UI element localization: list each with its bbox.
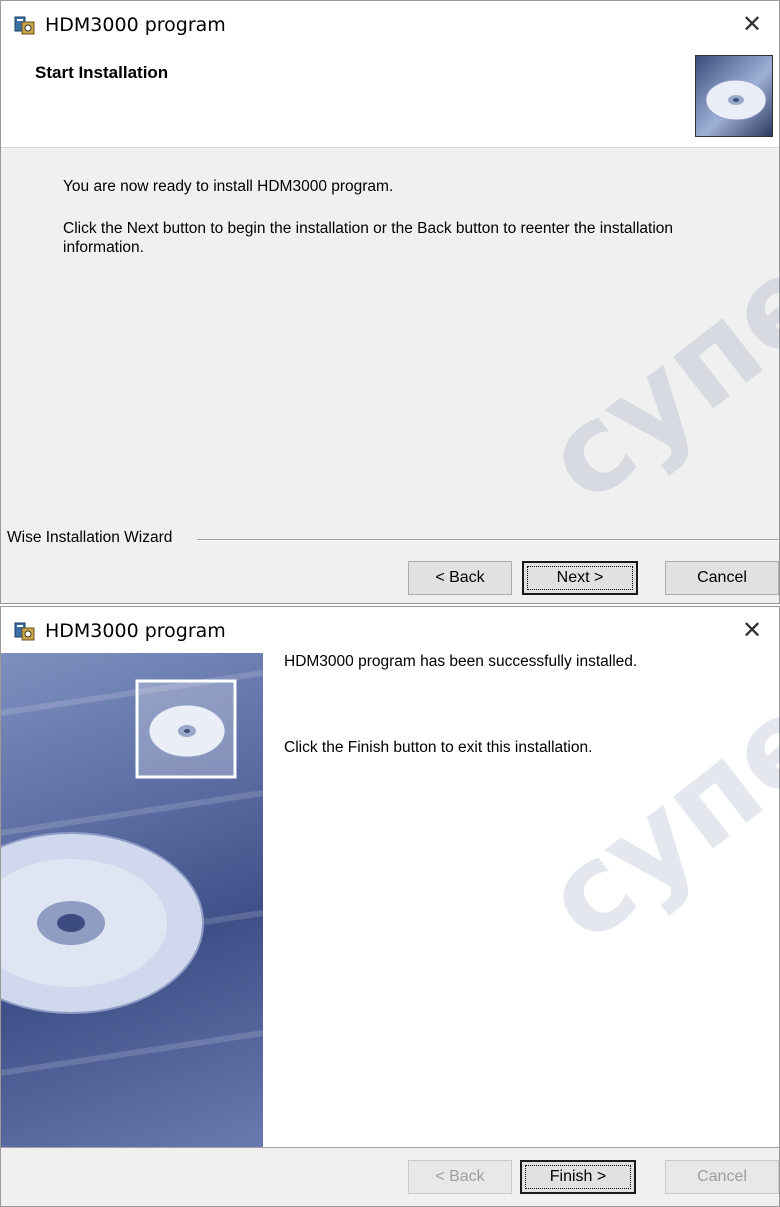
page-title: Start Installation [35,63,169,82]
wizard-label: Wise Installation Wizard [7,529,187,547]
window-title: HDM3000 program [45,620,226,642]
divider [197,539,779,541]
installer-icon [14,622,35,641]
title-bar[interactable]: HDM3000 program ✕ [1,607,779,653]
installation-complete-dialog: HDM3000 program ✕ < Back Finish > Cancel [0,606,780,1207]
installer-icon [14,16,35,35]
cd-disc-icon [1,670,263,1076]
focus-ring [527,566,633,590]
divider [1,1147,779,1148]
sidebar-banner-image [1,653,263,1147]
success-text: HDM3000 program has been successfully in… [284,653,638,670]
back-button[interactable]: < Back [408,1160,512,1194]
title-bar[interactable]: HDM3000 program ✕ [1,1,779,49]
instruction-text: Click the Next button to begin the insta… [63,220,674,256]
header-band: Start Installation [1,49,779,148]
focus-ring [525,1165,631,1189]
finish-instruction-text: Click the Finish button to exit this ins… [284,739,593,756]
close-icon[interactable]: ✕ [737,9,767,39]
back-button[interactable]: < Back [408,561,512,595]
window-title: HDM3000 program [45,14,226,36]
close-icon[interactable]: ✕ [737,615,767,645]
ready-text: You are now ready to install HDM3000 pro… [63,178,394,195]
next-button[interactable]: Next > [522,561,638,595]
cancel-button[interactable]: Cancel [665,561,779,595]
cd-disc-icon [695,55,773,137]
start-installation-dialog: HDM3000 program ✕ Start Installation You… [0,0,780,604]
finish-button[interactable]: Finish > [520,1160,636,1194]
content-panel [263,653,779,1147]
cancel-button[interactable]: Cancel [665,1160,779,1194]
